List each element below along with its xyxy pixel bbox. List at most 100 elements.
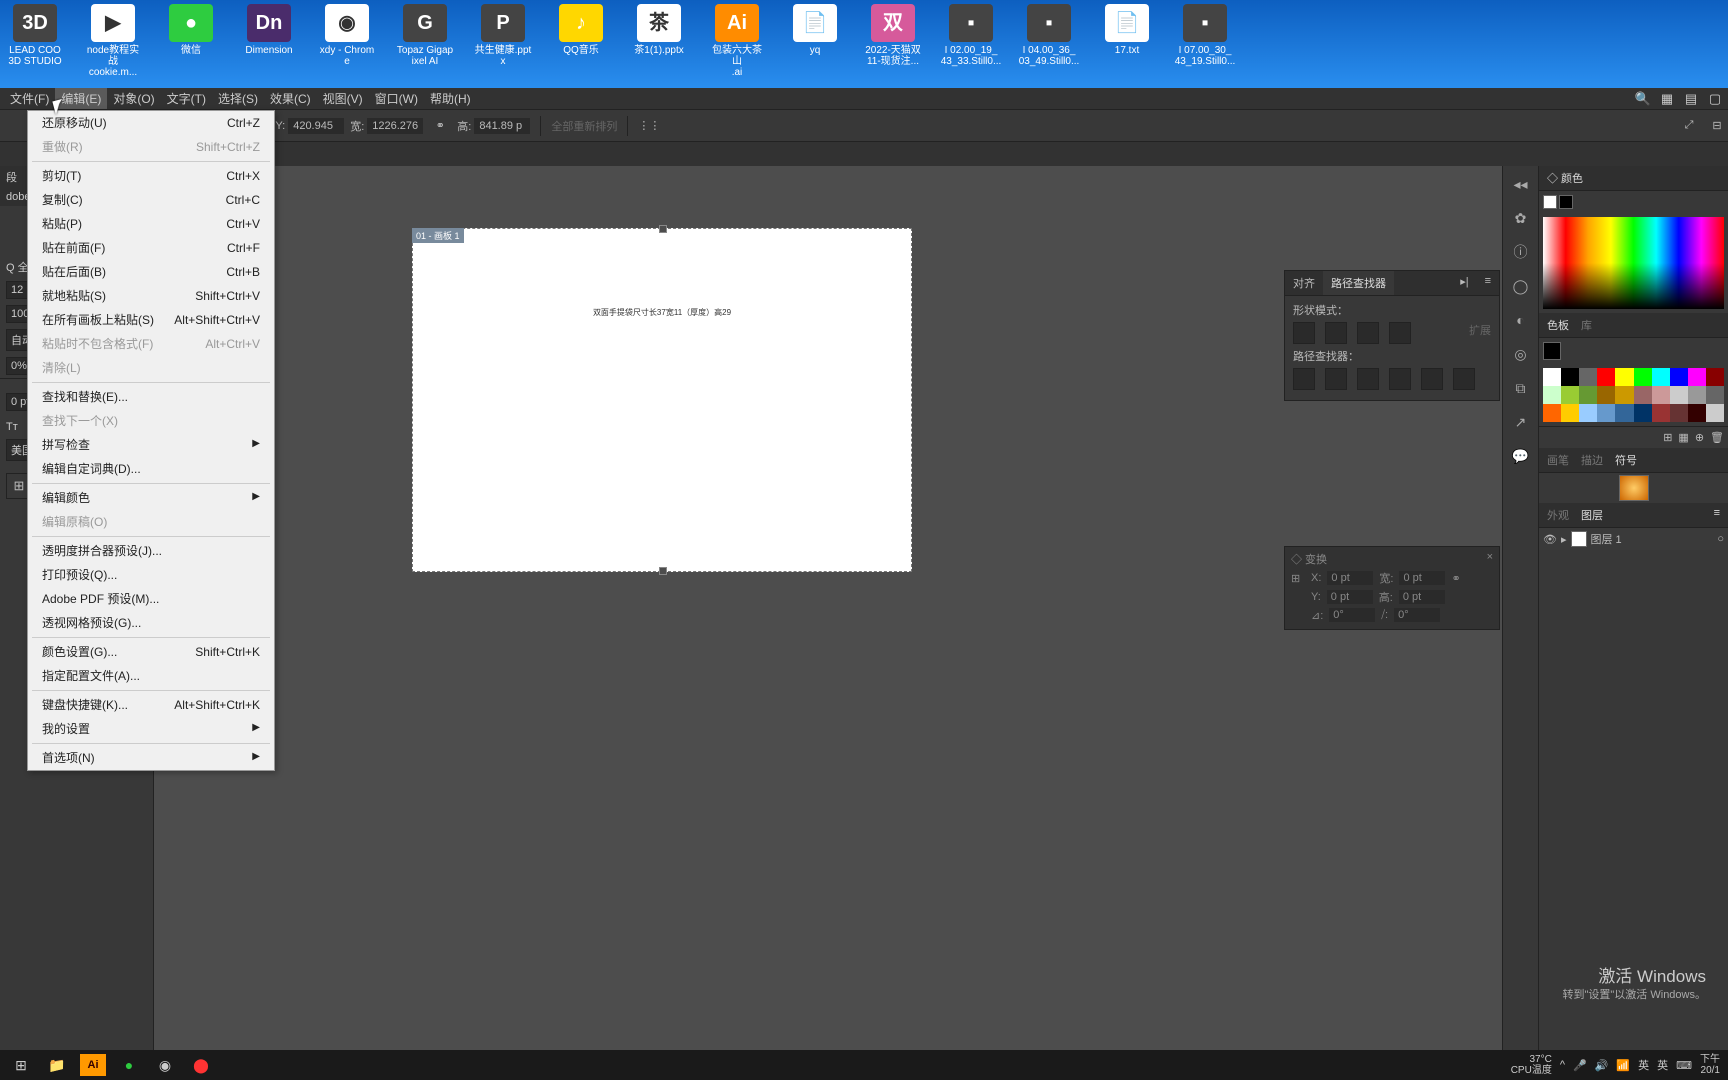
menu-6[interactable]: 视图(V) bbox=[317, 88, 369, 109]
swatch[interactable] bbox=[1561, 386, 1579, 404]
desktop-icon[interactable]: 📄17.txt bbox=[1098, 4, 1156, 86]
desktop-icon[interactable]: ◉xdy - Chrom e bbox=[318, 4, 376, 86]
expand-icon[interactable]: ⤢ bbox=[1678, 115, 1700, 137]
swatch[interactable] bbox=[1615, 368, 1633, 386]
swatch[interactable] bbox=[1652, 404, 1670, 422]
swatch[interactable] bbox=[1615, 386, 1633, 404]
desktop-icon[interactable]: ▪I 04.00_36_ 03_49.Still0... bbox=[1020, 4, 1078, 86]
desktop-icon[interactable]: 茶茶1(1).pptx bbox=[630, 4, 688, 86]
menu-0[interactable]: 文件(F) bbox=[4, 88, 55, 109]
wifi-icon[interactable]: 📶 bbox=[1616, 1059, 1630, 1072]
lock-icon[interactable]: ⚭ bbox=[1451, 572, 1460, 585]
pathfinder-tab[interactable]: 路径查找器 bbox=[1323, 271, 1394, 295]
menu-item[interactable]: 查找和替换(E)... bbox=[28, 385, 274, 409]
panel-menu-icon[interactable]: ≡ bbox=[1714, 507, 1720, 523]
swatch[interactable] bbox=[1579, 368, 1597, 386]
swatch[interactable] bbox=[1688, 404, 1706, 422]
swatch[interactable] bbox=[1579, 386, 1597, 404]
menu-item[interactable]: 打印预设(Q)... bbox=[28, 563, 274, 587]
transform-panel[interactable]: ◇ 变换× ⊞ X:0 pt 宽:0 pt ⚭ Y:0 pt 高:0 pt ⊿:… bbox=[1284, 546, 1500, 630]
layout-grid-icon[interactable]: ▦ bbox=[1658, 90, 1676, 108]
menu-4[interactable]: 选择(S) bbox=[212, 88, 264, 109]
y-field[interactable]: 420.945 bbox=[288, 118, 344, 134]
swatch[interactable] bbox=[1597, 386, 1615, 404]
swatch[interactable] bbox=[1670, 386, 1688, 404]
swatch[interactable] bbox=[1597, 404, 1615, 422]
gear-icon[interactable]: ✿ bbox=[1511, 208, 1531, 228]
desktop-icon[interactable]: GTopaz Gigap ixel AI bbox=[396, 4, 454, 86]
ime2-icon[interactable]: 英 bbox=[1657, 1057, 1668, 1073]
menu-item[interactable]: 就地粘贴(S)Shift+Ctrl+V bbox=[28, 284, 274, 308]
swatch[interactable] bbox=[1706, 404, 1724, 422]
swatch[interactable] bbox=[1543, 386, 1561, 404]
appearance-tab[interactable]: 外观 bbox=[1547, 507, 1569, 523]
tx-field[interactable]: 0 pt bbox=[1327, 571, 1373, 585]
menu-item[interactable]: 在所有画板上粘贴(S)Alt+Shift+Ctrl+V bbox=[28, 308, 274, 332]
swatch-new-icon[interactable]: ⊕ bbox=[1695, 431, 1704, 444]
libraries-tab[interactable]: 库 bbox=[1581, 317, 1592, 333]
ime-icon[interactable]: 英 bbox=[1638, 1057, 1649, 1073]
menu-item[interactable]: 剪切(T)Ctrl+X bbox=[28, 164, 274, 188]
intersect-button[interactable] bbox=[1357, 322, 1379, 344]
menu-item[interactable]: 我的设置▶ bbox=[28, 717, 274, 741]
menu-2[interactable]: 对象(O) bbox=[107, 88, 160, 109]
record-icon[interactable]: ⬤ bbox=[188, 1054, 214, 1076]
swatch[interactable] bbox=[1688, 368, 1706, 386]
layer-row[interactable]: 👁 ▸ 图层 1 ○ bbox=[1539, 528, 1728, 550]
swatch[interactable] bbox=[1579, 404, 1597, 422]
width-field[interactable]: 1226.276 bbox=[367, 118, 423, 134]
desktop-icon[interactable]: P共生健康.ppt x bbox=[474, 4, 532, 86]
swatch-lib-icon[interactable]: ⊞ bbox=[1663, 431, 1672, 444]
swatch[interactable] bbox=[1634, 404, 1652, 422]
swatch[interactable] bbox=[1597, 368, 1615, 386]
panel-collapse-icon[interactable]: ▸| bbox=[1452, 271, 1476, 295]
swatch[interactable] bbox=[1615, 404, 1633, 422]
swatch[interactable] bbox=[1652, 368, 1670, 386]
desktop-icon[interactable]: DnDimension bbox=[240, 4, 298, 86]
desktop-icon[interactable]: Ai包装六大茶山 .ai bbox=[708, 4, 766, 86]
comment-icon[interactable]: 💬 bbox=[1511, 446, 1531, 466]
swatch[interactable] bbox=[1634, 368, 1652, 386]
exclude-button[interactable] bbox=[1389, 322, 1411, 344]
options-icon[interactable]: ⋮⋮ bbox=[638, 115, 660, 137]
current-fill[interactable] bbox=[1543, 342, 1561, 360]
menu-item[interactable]: 编辑颜色▶ bbox=[28, 486, 274, 510]
tt-icon[interactable]: Tᴛ bbox=[6, 421, 18, 433]
menu-item[interactable]: 拼写检查▶ bbox=[28, 433, 274, 457]
swatch[interactable] bbox=[1706, 368, 1724, 386]
wechat-taskbar-icon[interactable]: ● bbox=[116, 1054, 142, 1076]
trim-button[interactable] bbox=[1325, 368, 1347, 390]
crop-button[interactable] bbox=[1389, 368, 1411, 390]
menu-item[interactable]: 首选项(N)▶ bbox=[28, 746, 274, 770]
transform-tab[interactable]: ◇ 变换 bbox=[1291, 551, 1327, 567]
desktop-icon[interactable]: ▪I 07.00_30_ 43_19.Still0... bbox=[1176, 4, 1234, 86]
swatch[interactable] bbox=[1706, 386, 1724, 404]
ty-field[interactable]: 0 pt bbox=[1327, 590, 1373, 604]
target-icon[interactable]: ○ bbox=[1717, 533, 1724, 545]
swatch-del-icon[interactable]: 🗑 bbox=[1710, 431, 1724, 444]
volume-icon[interactable]: 🔊 bbox=[1595, 1059, 1609, 1072]
height-field[interactable]: 841.89 p bbox=[474, 118, 530, 134]
info-icon[interactable]: ⓘ bbox=[1511, 242, 1531, 262]
swatch[interactable] bbox=[1561, 404, 1579, 422]
search-icon[interactable]: 🔍 bbox=[1634, 90, 1652, 108]
divide-button[interactable] bbox=[1293, 368, 1315, 390]
menu-item[interactable]: 贴在前面(F)Ctrl+F bbox=[28, 236, 274, 260]
mic-icon[interactable]: 🎤 bbox=[1573, 1059, 1587, 1072]
desktop-icon[interactable]: ▶node教程实 战cookie.m... bbox=[84, 4, 142, 86]
desktop-icon[interactable]: 3DLEAD COO 3D STUDIO bbox=[6, 4, 64, 86]
link-icon[interactable]: ⚭ bbox=[429, 115, 451, 137]
menu-7[interactable]: 窗口(W) bbox=[369, 88, 424, 109]
realign-button[interactable]: 全部重新排列 bbox=[551, 118, 617, 134]
menu-3[interactable]: 文字(T) bbox=[161, 88, 212, 109]
layers-tab[interactable]: 图层 bbox=[1581, 507, 1603, 523]
explorer-icon[interactable]: 📁 bbox=[44, 1054, 70, 1076]
illustrator-taskbar-icon[interactable]: Ai bbox=[80, 1054, 106, 1076]
layout-single-icon[interactable]: ▢ bbox=[1706, 90, 1724, 108]
merge-button[interactable] bbox=[1357, 368, 1379, 390]
desktop-icon[interactable]: 📄yq bbox=[786, 4, 844, 86]
menu-item[interactable]: 透视网格预设(G)... bbox=[28, 611, 274, 635]
export-icon[interactable]: ↗ bbox=[1511, 412, 1531, 432]
stroke-swatch[interactable] bbox=[1559, 195, 1573, 209]
menu-item[interactable]: 键盘快捷键(K)...Alt+Shift+Ctrl+K bbox=[28, 693, 274, 717]
